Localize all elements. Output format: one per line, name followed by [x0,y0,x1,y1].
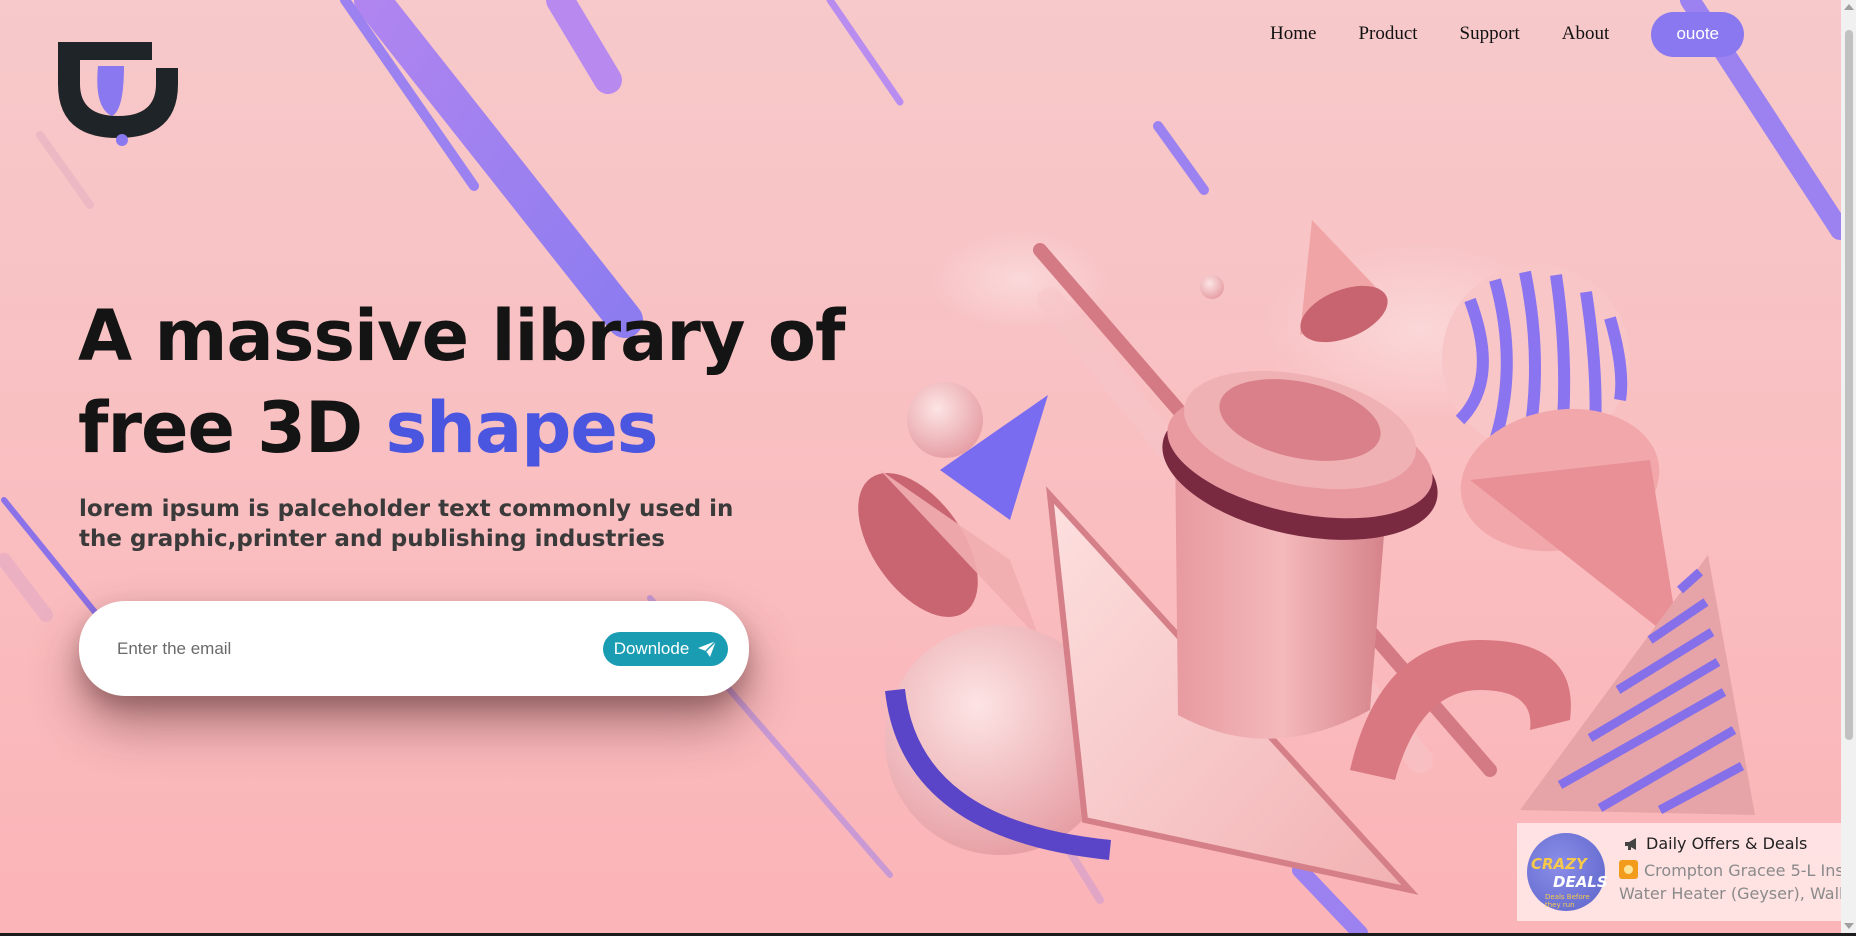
deals-offer-text[interactable]: Crompton Gracee 5-L Insta Water Heater (… [1619,859,1856,905]
sun-icon [1619,860,1638,879]
hero-title-line1: A massive library of [78,295,845,377]
page-scrollbar[interactable] [1841,0,1856,933]
scroll-up-arrow[interactable] [1844,4,1854,10]
megaphone-icon [1625,837,1636,850]
landing-page: Home Product Support About ouote A massi… [0,0,1856,933]
scroll-down-arrow[interactable] [1844,923,1854,929]
scroll-thumb[interactable] [1845,30,1853,740]
brand-logo[interactable] [54,38,182,146]
download-button-label: Downlode [613,639,690,658]
nav-product[interactable]: Product [1358,23,1417,45]
hero-title: A massive library of free 3D shapes [78,290,845,474]
nav-support[interactable]: Support [1460,23,1520,45]
quote-button[interactable]: ouote [1651,11,1745,57]
download-button[interactable]: Downlode [603,632,728,666]
email-input[interactable] [115,633,559,665]
hero-title-accent: shapes [385,387,658,469]
main-nav: Home Product Support About ouote [1270,10,1745,58]
hero-title-line2: free 3D [78,387,363,469]
crazy-deals-logo[interactable]: CRAZY DEALS Deals Before they run [1527,833,1608,911]
deals-widget[interactable]: CRAZY DEALS Deals Before they run Daily … [1517,823,1856,921]
paper-plane-icon [698,640,717,657]
nav-home[interactable]: Home [1270,23,1316,45]
hero-subtitle: lorem ipsum is palceholder text commonly… [79,496,734,552]
nav-about[interactable]: About [1562,23,1610,45]
deals-title: Daily Offers & Deals [1624,834,1807,853]
email-signup-form: Downlode [79,601,749,696]
